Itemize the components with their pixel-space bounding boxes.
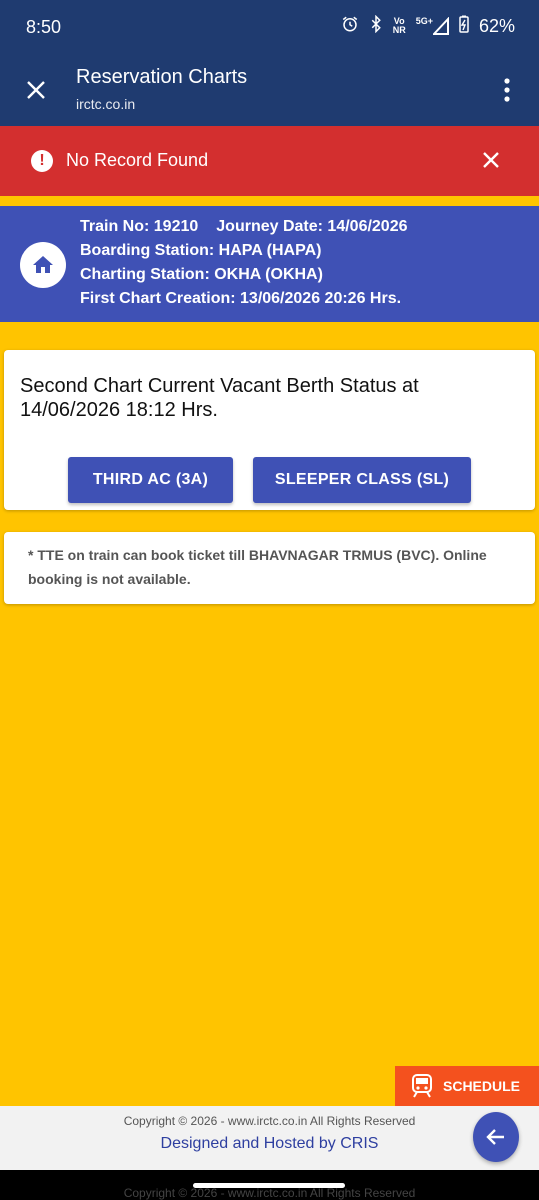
- journey-date: Journey Date: 14/06/2026: [216, 218, 408, 235]
- first-chart-creation: First Chart Creation: 13/06/2026 20:26 H…: [80, 290, 402, 307]
- home-button[interactable]: [20, 242, 66, 288]
- footer-hosted: Designed and Hosted by CRIS: [160, 1135, 379, 1152]
- cris-link[interactable]: CRIS: [340, 1135, 378, 1152]
- vacant-berth-card: Second Chart Current Vacant Berth Status…: [4, 350, 535, 510]
- tte-note-text: * TTE on train can book ticket till BHAV…: [28, 547, 487, 587]
- schedule-label: SCHEDULE: [443, 1078, 521, 1094]
- third-ac-button[interactable]: THIRD AC (3A): [68, 457, 233, 503]
- arrow-back-icon: [486, 1129, 504, 1145]
- footer-copyright-ghost: Copyright © 2026 - www.irctc.co.in All R…: [123, 1186, 416, 1200]
- status-time: 8:50: [26, 17, 62, 37]
- gesture-home-pill[interactable]: [193, 1183, 345, 1188]
- app-header: 8:50 Vo NR 5G+ 62% Reservation Charts irc…: [0, 0, 539, 126]
- sleeper-class-button[interactable]: SLEEPER CLASS (SL): [253, 457, 471, 503]
- close-icon: [483, 152, 499, 168]
- network-indicator: Vo NR: [392, 16, 406, 35]
- dismiss-error-button[interactable]: [479, 148, 503, 172]
- home-icon: [33, 256, 53, 273]
- page-url: irctc.co.in: [76, 96, 136, 112]
- train-number: Train No: 19210: [80, 218, 199, 235]
- boarding-station: Boarding Station: HAPA (HAPA): [80, 242, 322, 259]
- train-icon: [412, 1074, 432, 1098]
- train-details: Train No: 19210 Journey Date: 14/06/2026 …: [80, 215, 408, 311]
- battery-percent: 62%: [478, 15, 515, 36]
- error-banner: ! No Record Found: [0, 126, 539, 196]
- card-title: Second Chart Current Vacant Berth Status…: [20, 375, 419, 421]
- signal-icon: 5G+: [416, 17, 449, 35]
- status-icons: Vo NR 5G+ 62%: [341, 14, 515, 37]
- more-options-button[interactable]: [497, 76, 517, 104]
- bluetooth-icon: [369, 14, 383, 37]
- tte-note-card: * TTE on train can book ticket till BHAV…: [4, 532, 535, 604]
- footer-copyright: Copyright © 2026 - www.irctc.co.in All R…: [123, 1114, 416, 1128]
- system-nav-bar: Copyright © 2026 - www.irctc.co.in All R…: [0, 1170, 539, 1200]
- more-vert-icon: [504, 78, 510, 102]
- error-message: No Record Found: [66, 150, 209, 170]
- back-button[interactable]: [473, 1112, 519, 1162]
- close-icon: [27, 81, 45, 99]
- error-icon: !: [31, 150, 53, 172]
- schedule-button[interactable]: SCHEDULE: [395, 1066, 539, 1106]
- battery-icon: [459, 15, 469, 37]
- charting-station: Charting Station: OKHA (OKHA): [80, 266, 323, 283]
- train-info-panel: Train No: 19210 Journey Date: 14/06/2026 …: [0, 206, 539, 322]
- alarm-icon: [341, 15, 359, 37]
- close-button[interactable]: [18, 72, 54, 108]
- footer: Copyright © 2026 - www.irctc.co.in All R…: [0, 1106, 539, 1170]
- page-title: Reservation Charts: [76, 66, 248, 88]
